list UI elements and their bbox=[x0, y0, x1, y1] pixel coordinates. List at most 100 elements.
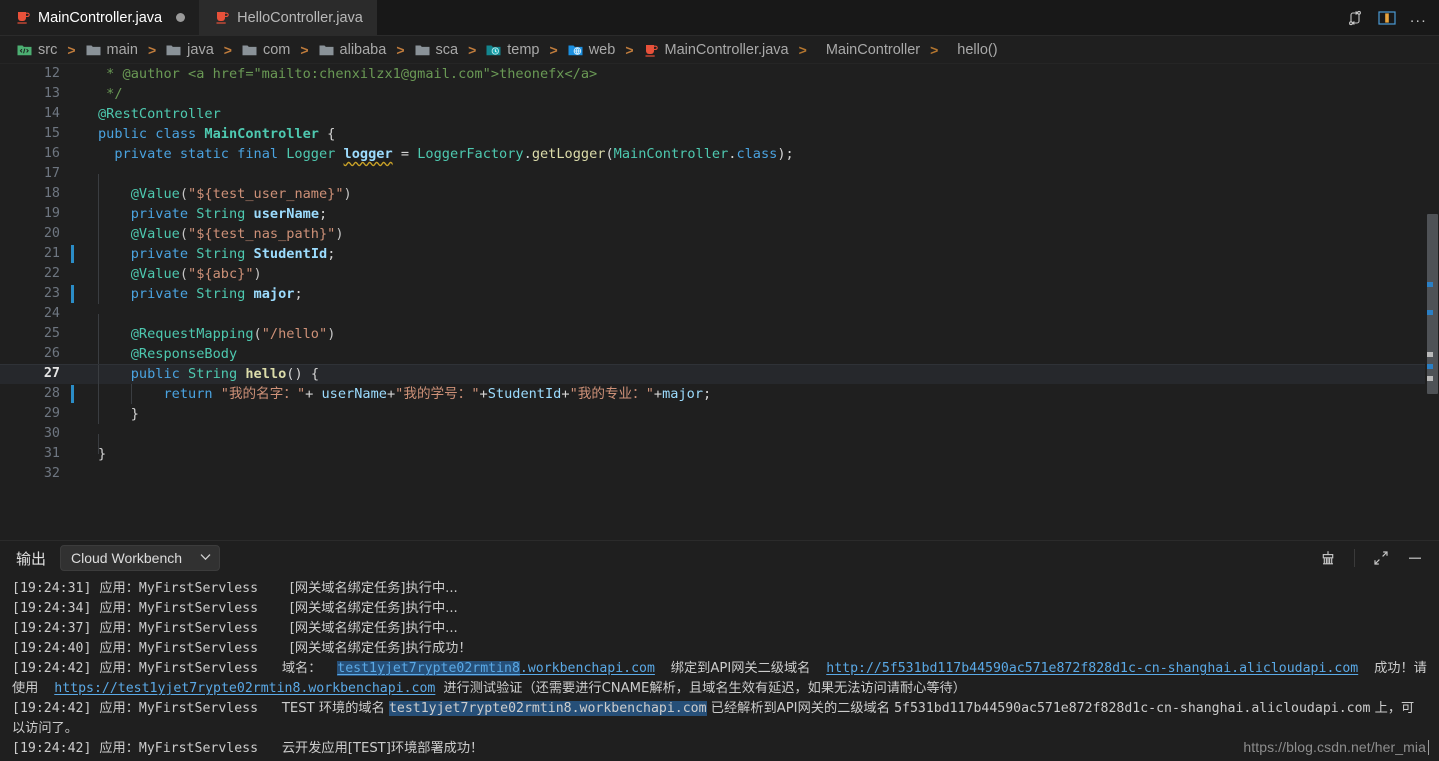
java-file-icon bbox=[16, 10, 30, 25]
code-text: private String StudentId; bbox=[80, 244, 335, 264]
tab-hello-controller[interactable]: HelloController.java bbox=[199, 0, 377, 35]
log-line: [19:24:34] 应用：MyFirstServless [网关域名绑定任务]… bbox=[0, 599, 1439, 619]
scrollbar-marker[interactable] bbox=[1427, 352, 1433, 357]
line-number: 27 bbox=[43, 366, 60, 381]
log-tail-text: 进行测试验证（还需要进行CNAME解析，且域名生效有延迟，如果无法访问请耐心等待… bbox=[443, 681, 966, 696]
log-app-label: 应用： bbox=[99, 621, 139, 636]
maximize-panel-icon[interactable] bbox=[1373, 550, 1389, 566]
compare-changes-icon[interactable] bbox=[1346, 9, 1364, 27]
code-line: 19 private String userName; bbox=[0, 204, 1425, 224]
domain-link-2[interactable]: http://5f531bd117b44590ac571e872f828d1c-… bbox=[826, 661, 1358, 676]
tab-main-controller[interactable]: MainController.java bbox=[0, 0, 200, 35]
more-actions-icon[interactable]: ... bbox=[1410, 9, 1427, 26]
code-line: 21 private String StudentId; bbox=[0, 244, 1425, 264]
breadcrumb-item-method[interactable]: hello() bbox=[945, 42, 1000, 58]
scrollbar-marker[interactable] bbox=[1427, 364, 1433, 369]
chevron-down-icon bbox=[200, 552, 211, 564]
change-gutter bbox=[70, 404, 80, 424]
domain-link-1-selected: test1yjet7rypte02rmtin8 bbox=[337, 661, 520, 676]
breadcrumb-item-com[interactable]: com bbox=[239, 42, 293, 58]
domain-link-1[interactable]: test1yjet7rypte02rmtin8.workbenchapi.com bbox=[337, 661, 655, 676]
folder-icon bbox=[86, 43, 101, 57]
output-panel-header: 输出 Cloud Workbench bbox=[0, 541, 1439, 575]
log-app-label: 应用： bbox=[99, 661, 139, 676]
code-text: */ bbox=[98, 86, 123, 102]
log-app-label: 应用： bbox=[99, 741, 139, 756]
breadcrumb-label: alibaba bbox=[339, 41, 387, 58]
change-gutter bbox=[70, 364, 80, 384]
hide-panel-icon[interactable] bbox=[1407, 550, 1423, 566]
breadcrumb-separator: > bbox=[549, 41, 558, 58]
change-gutter bbox=[70, 324, 80, 344]
change-gutter bbox=[70, 104, 80, 124]
breadcrumb-label: MainController bbox=[825, 41, 921, 58]
change-gutter bbox=[70, 84, 80, 104]
code-line: 20 @Value("${test_nas_path}") bbox=[0, 224, 1425, 244]
breadcrumb: src > main > java > com > alibaba > sca … bbox=[0, 36, 1439, 64]
editor-scrollbar[interactable] bbox=[1425, 64, 1439, 540]
change-gutter bbox=[70, 204, 80, 224]
scrollbar-marker[interactable] bbox=[1427, 376, 1433, 381]
domain-link-3[interactable]: https://test1yjet7rypte02rmtin8.workbenc… bbox=[54, 681, 435, 696]
breadcrumb-separator: > bbox=[300, 41, 309, 58]
split-editor-icon[interactable] bbox=[1378, 9, 1396, 27]
log-message: [网关域名绑定任务]执行中... bbox=[289, 621, 458, 636]
log-app: MyFirstServless bbox=[138, 701, 259, 716]
breadcrumb-item-alibaba[interactable]: alibaba bbox=[316, 42, 390, 58]
breadcrumb-item-main[interactable]: main bbox=[83, 42, 141, 58]
line-number: 32 bbox=[43, 466, 60, 481]
unsaved-indicator-dot[interactable] bbox=[176, 13, 186, 22]
breadcrumb-item-src[interactable]: src bbox=[14, 42, 60, 58]
code-line: 16 private static final Logger logger = … bbox=[0, 144, 1425, 164]
ide-window: MainController.java HelloController.java… bbox=[0, 0, 1439, 761]
scrollbar-marker[interactable] bbox=[1427, 310, 1433, 315]
code-line: 15 public class MainController { bbox=[0, 124, 1425, 144]
breadcrumb-item-class[interactable]: MainController bbox=[814, 42, 923, 58]
log-message: [网关域名绑定任务]执行中... bbox=[289, 601, 458, 616]
log-app-label: 应用： bbox=[99, 601, 139, 616]
tab-bar-actions: ... bbox=[1346, 0, 1439, 35]
code-line: 26 @ResponseBody bbox=[0, 344, 1425, 364]
change-gutter[interactable] bbox=[70, 244, 80, 264]
change-gutter[interactable] bbox=[70, 284, 80, 304]
change-gutter bbox=[70, 444, 80, 464]
code-line: 32 bbox=[0, 464, 1425, 484]
toolbar-divider bbox=[1354, 549, 1355, 567]
log-app: MyFirstServless bbox=[138, 641, 259, 656]
code-text: * @author <a href="mailto:chenxilzx1@gma… bbox=[98, 66, 598, 82]
change-gutter[interactable] bbox=[70, 384, 80, 404]
log-line-resolve: [19:24:42] 应用：MyFirstServless TEST 环境的域名… bbox=[0, 699, 1439, 739]
scrollbar-marker[interactable] bbox=[1427, 282, 1433, 287]
change-gutter bbox=[70, 424, 80, 444]
log-bind-text: 绑定到API网关二级域名 bbox=[670, 661, 811, 676]
log-app-label: 应用： bbox=[99, 641, 139, 656]
log-pre-text: TEST 环境的域名 bbox=[281, 701, 389, 716]
temp-folder-icon bbox=[486, 43, 501, 57]
breadcrumb-item-temp[interactable]: temp bbox=[483, 42, 542, 58]
log-time: [19:24:31] bbox=[12, 581, 92, 596]
log-line-final: [19:24:42] 应用：MyFirstServless 云开发应用[TEST… bbox=[0, 739, 1439, 759]
breadcrumb-separator: > bbox=[223, 41, 232, 58]
code-editor[interactable]: 12 * @author <a href="mailto:chenxilzx1@… bbox=[0, 64, 1439, 540]
output-log-content[interactable]: [19:24:31] 应用：MyFirstServless [网关域名绑定任务]… bbox=[0, 575, 1439, 761]
change-gutter bbox=[70, 264, 80, 284]
output-channel-select[interactable]: Cloud Workbench bbox=[60, 545, 221, 571]
breadcrumb-item-sca[interactable]: sca bbox=[412, 42, 462, 58]
folder-icon bbox=[166, 43, 181, 57]
breadcrumb-item-file[interactable]: MainController.java bbox=[641, 42, 792, 58]
code-line: 12 * @author <a href="mailto:chenxilzx1@… bbox=[0, 64, 1425, 84]
breadcrumb-separator: > bbox=[396, 41, 405, 58]
clear-output-icon[interactable] bbox=[1320, 550, 1336, 566]
code-surface[interactable]: 12 * @author <a href="mailto:chenxilzx1@… bbox=[0, 64, 1425, 540]
line-number: 14 bbox=[43, 106, 60, 121]
code-text: @Value("${test_user_name}") bbox=[80, 184, 352, 204]
code-text: @Value("${abc}") bbox=[80, 264, 262, 284]
breadcrumb-item-web[interactable]: web bbox=[565, 42, 619, 58]
code-text: private String major; bbox=[80, 284, 303, 304]
web-folder-icon bbox=[568, 43, 583, 57]
line-number: 23 bbox=[43, 286, 60, 301]
log-mid-text: 已经解析到API网关的二级域名 bbox=[706, 701, 895, 716]
log-app-label: 应用： bbox=[99, 581, 139, 596]
code-text: private String userName; bbox=[80, 204, 327, 224]
breadcrumb-item-java[interactable]: java bbox=[163, 42, 217, 58]
